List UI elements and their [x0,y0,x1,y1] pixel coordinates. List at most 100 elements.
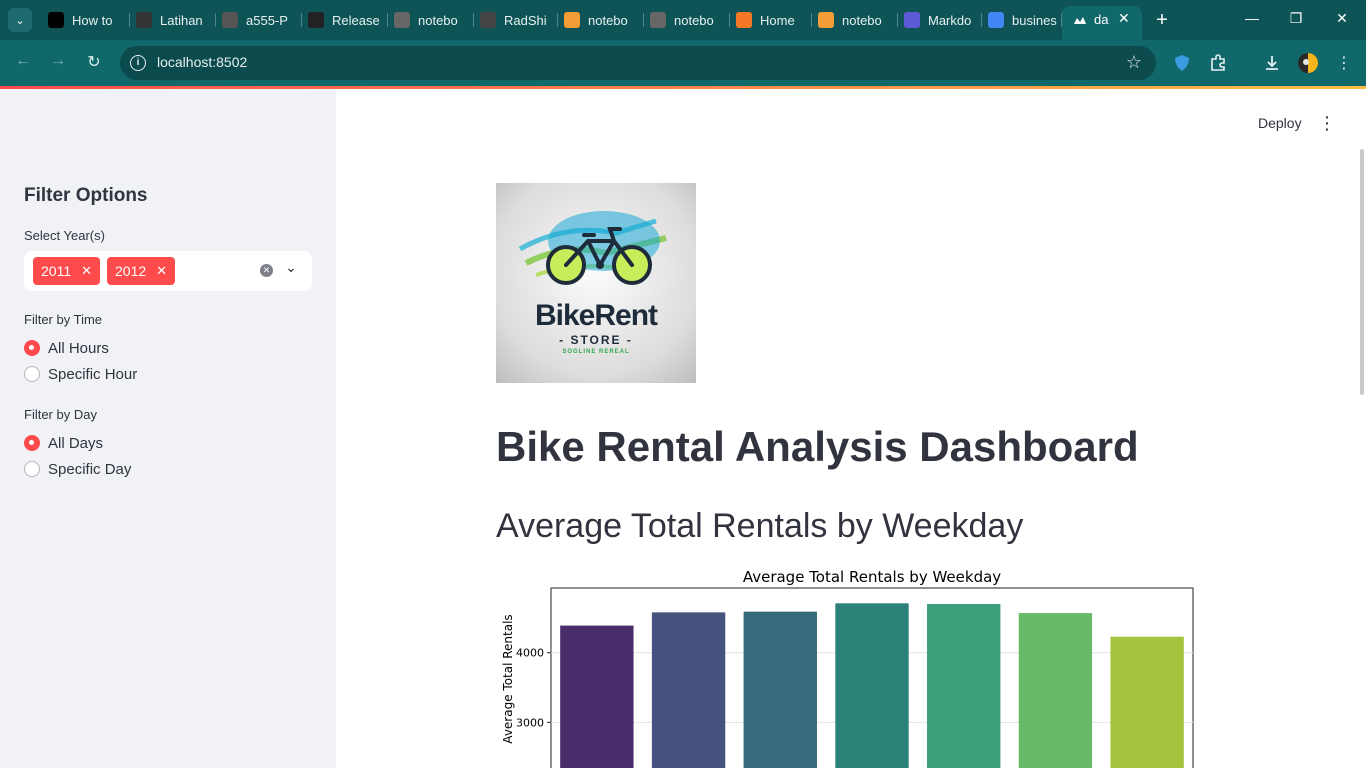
tab-4[interactable]: notebo [388,6,474,34]
chatgpt-icon [480,12,496,28]
ticks-layer: 3000 4000 [516,647,551,729]
browser-toolbar: ← → ↻ i localhost:8502 ☆ ⋮ [0,40,1366,86]
tab-label: Latihan [160,12,203,28]
tab-10[interactable]: Markdo [898,6,982,34]
app-menu-icon[interactable]: ⋮ [1318,113,1336,134]
bar-4 [927,604,1001,768]
remove-chip-icon[interactable]: ✕ [81,263,92,279]
radio-label: Specific Hour [48,365,138,383]
book-icon [818,12,834,28]
tab-label: RadShi [504,12,547,28]
logo-tagline: SOGLINE REREAL [562,349,630,355]
g-icon [136,12,152,28]
globe-icon [650,12,666,28]
radio-specific-day[interactable]: Specific Day [24,459,131,479]
radio-specific-hour[interactable]: Specific Hour [24,364,137,384]
radio-dot [24,366,40,382]
weekday-rentals-chart: Average Total Rentals by Weekday 3000 400… [501,568,1194,768]
tab-label: Home [760,12,795,28]
restore-icon[interactable]: ❐ [1286,10,1306,27]
radio-label: All Hours [48,339,109,357]
logo-subtext: - STORE - [559,333,633,347]
section-title: Average Total Rentals by Weekday [496,507,1024,545]
chevron-down-icon[interactable]: ⌄ [282,259,300,276]
extension-shield-icon[interactable] [1171,52,1193,74]
tab-active[interactable]: da ✕ [1062,6,1142,40]
year-chip-2012[interactable]: 2012 ✕ [107,257,176,285]
tab-label: Markdo [928,12,972,28]
logo-text: BikeRent [534,299,658,332]
github-icon [308,12,324,28]
site-info-icon[interactable]: i [130,55,146,71]
browser-menu-icon[interactable]: ⋮ [1333,52,1355,74]
tab-8[interactable]: Home [730,6,812,34]
remove-chip-icon[interactable]: ✕ [156,263,167,279]
bar-3 [835,603,909,768]
y-axis-label: Average Total Rentals [501,614,515,743]
tab-9[interactable]: notebo [812,6,898,34]
jupyter-icon [736,12,752,28]
year-select-label: Select Year(s) [24,228,105,243]
medium-icon [48,12,64,28]
bar-1 [651,612,726,768]
radio-all-days[interactable]: All Days [24,433,103,453]
bar-5 [1018,613,1093,768]
page-title: Bike Rental Analysis Dashboard [496,423,1139,470]
radio-dot [24,435,40,451]
minimize-icon[interactable]: — [1242,10,1262,26]
bicycle-icon [518,211,667,285]
forward-icon[interactable]: → [47,52,69,70]
tab-0[interactable]: How to [42,6,130,34]
close-window-icon[interactable]: ✕ [1332,10,1352,27]
tab-label: notebo [674,12,714,28]
tab-label: busines [1012,12,1057,28]
radio-label: All Days [48,434,104,452]
year-chip-2011[interactable]: 2011 ✕ [33,257,101,285]
day-filter-label: Filter by Day [24,407,97,422]
tab-11[interactable]: busines [982,6,1062,34]
new-tab-button[interactable]: + [1150,8,1174,32]
radio-all-hours[interactable]: All Hours [24,338,109,358]
y-tick-label: 4000 [516,647,544,660]
main-content: Deploy ⋮ BikeRent - STORE - SOGLINE RERE… [336,89,1366,768]
google-icon [988,12,1004,28]
reload-icon[interactable]: ↻ [83,52,105,72]
tab-search-button[interactable]: ⌄ [8,8,32,32]
tab-strip: ⌄ How to Latihan a555-P Release notebo RadShi… [0,0,1366,40]
tab-1[interactable]: Latihan [130,6,216,34]
bars-layer [560,603,1184,768]
year-multiselect[interactable]: 2011 ✕ 2012 ✕ ✕ ⌄ [24,251,312,291]
tab-5[interactable]: RadShi [474,6,558,34]
streamlit-icon [1072,13,1088,29]
time-filter-label: Filter by Time [24,312,103,327]
scrollbar[interactable] [1360,149,1364,395]
chart-title: Average Total Rentals by Weekday [743,568,1001,586]
y-tick-label: 3000 [516,716,544,729]
chevron-down-icon: ⌄ [15,14,25,27]
bar-2 [743,611,817,768]
bookmark-star-icon[interactable]: ☆ [1126,52,1142,73]
profile-avatar-icon[interactable] [1297,52,1319,74]
tab-label: How to [72,12,113,28]
tab-label: notebo [588,12,628,28]
tab-2[interactable]: a555-P [216,6,302,34]
tab-7[interactable]: notebo [644,6,730,34]
bar-0 [560,625,634,768]
radio-dot [24,461,40,477]
tab-label: notebo [842,12,882,28]
bikerent-logo: BikeRent - STORE - SOGLINE REREAL [496,183,696,383]
extensions-puzzle-icon[interactable] [1207,52,1229,74]
radio-label: Specific Day [48,460,132,478]
tab-3[interactable]: Release [302,6,388,34]
tab-label: notebo [418,12,458,28]
deploy-button[interactable]: Deploy [1258,115,1302,131]
address-bar[interactable]: i localhost:8502 ☆ [120,46,1156,80]
close-tab-icon[interactable]: ✕ [1118,10,1130,27]
tab-active-label: da [1094,12,1109,27]
book-icon [564,12,580,28]
download-icon[interactable] [1261,52,1283,74]
clear-all-icon[interactable]: ✕ [260,264,273,277]
sidebar-title: Filter Options [24,185,148,206]
back-icon[interactable]: ← [12,52,34,70]
tab-6[interactable]: notebo [558,6,644,34]
